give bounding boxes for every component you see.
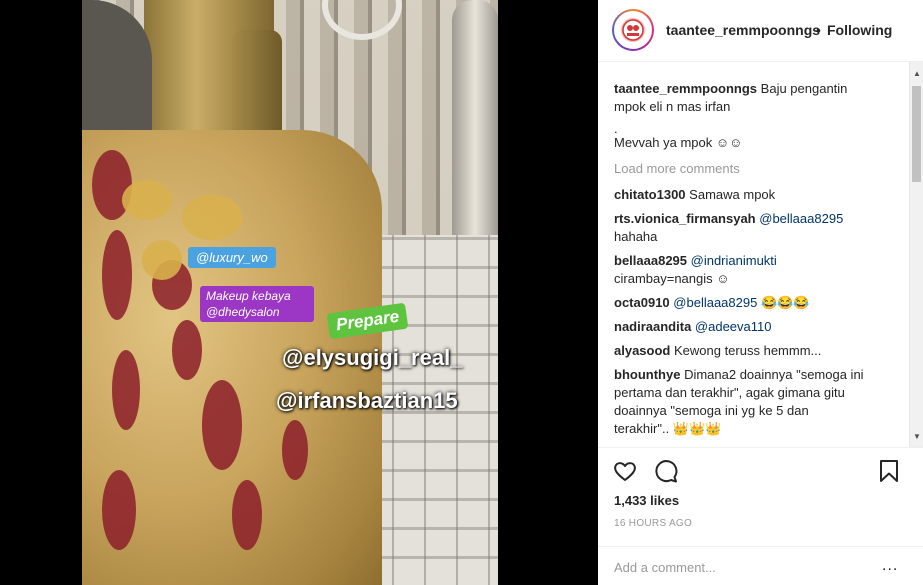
dress-lace	[102, 230, 132, 320]
dress-lace	[112, 350, 140, 430]
add-comment-bar: ...	[598, 546, 923, 585]
comment-username[interactable]: bellaaa8295	[614, 253, 687, 268]
dress-lace	[172, 320, 202, 380]
sticker-irfan-mention: @irfansbaztian15	[276, 388, 458, 413]
comment-text-line2: pertama dan terakhir", agak gimana gitu	[614, 385, 845, 400]
caption-line1: Baju pengantin	[760, 81, 848, 96]
scroll-up-arrow-icon[interactable]: ▲	[910, 66, 923, 80]
post-side-panel: taantee_remmpoonngs • Following taantee_…	[598, 0, 923, 585]
scrollbar-thumb[interactable]	[912, 86, 921, 182]
header-username[interactable]: taantee_remmpoonngs	[666, 22, 820, 38]
dress-gold-lace	[182, 195, 242, 240]
comment-text-line3: doainnya "semoga ini yg ke 5 dan	[614, 403, 809, 418]
caption-line4: Mevvah ya mpok ☺☺	[614, 135, 743, 150]
dress-gold-lace	[142, 240, 182, 280]
post-header: taantee_remmpoonngs • Following	[598, 0, 923, 62]
comment-text: hahaha	[614, 229, 658, 244]
comment-item: octa0910 @bellaaa8295 😂😂😂	[614, 294, 894, 312]
comment-text: Samawa mpok	[689, 187, 776, 202]
comment-username[interactable]: chitato1300	[614, 187, 686, 202]
avatar-logo-icon	[622, 19, 644, 41]
dress-lace	[232, 480, 262, 550]
comment-mention[interactable]: @bellaaa8295	[759, 211, 843, 226]
sticker-ely-mention: @elysugigi_real_	[282, 345, 463, 370]
comment-username[interactable]: bhounthye	[614, 367, 680, 382]
comment-text: Kewong teruss hemmm...	[673, 343, 822, 358]
scroll-down-arrow-icon[interactable]: ▼	[910, 429, 923, 443]
comment-text-line1: Dimana2 doainnya "semoga ini	[684, 367, 864, 382]
caption: taantee_remmpoonngs Baju pengantin	[614, 80, 894, 98]
add-comment-input[interactable]	[614, 557, 854, 577]
post-photo[interactable]: @luxury_wo Makeup kebaya @dhedysalon Pre…	[82, 0, 498, 585]
sticker-luxury-tag: @luxury_wo	[188, 247, 276, 268]
comment-username[interactable]: octa0910	[614, 295, 670, 310]
dress-lace	[202, 380, 242, 470]
sticker-makeup-tag: Makeup kebaya @dhedysalon	[200, 286, 314, 322]
comment-username[interactable]: rts.vionica_firmansyah	[614, 211, 756, 226]
caption-line2: mpok eli n mas irfan	[614, 99, 731, 114]
comment-username[interactable]: alyasood	[614, 343, 670, 358]
comments-scrollbar[interactable]: ▲ ▼	[909, 62, 923, 447]
avatar[interactable]	[612, 9, 654, 51]
comment-mention[interactable]: @indrianimukti	[691, 253, 777, 268]
bookmark-icon[interactable]	[876, 458, 902, 484]
comment-text: 😂😂😂	[760, 295, 810, 310]
comment-item: chitato1300 Samawa mpok	[614, 186, 894, 204]
load-more-comments-button[interactable]: Load more comments	[614, 160, 894, 178]
comment-mention[interactable]: @adeeva110	[695, 319, 772, 334]
dress-lace	[282, 420, 308, 480]
post-timestamp[interactable]: 16 HOURS AGO	[614, 518, 692, 529]
comment-item: alyasood Kewong teruss hemmm...	[614, 342, 894, 360]
heart-icon[interactable]	[612, 458, 638, 484]
caption-username[interactable]: taantee_remmpoonngs	[614, 81, 757, 96]
sticker-makeup-line2: @dhedysalon	[206, 305, 280, 319]
more-options-icon[interactable]: ...	[882, 557, 898, 575]
comment-item: bellaaa8295 @indrianimukti	[614, 252, 894, 270]
avatar-frame	[614, 11, 652, 49]
comment-username[interactable]: nadiraandita	[614, 319, 691, 334]
comment-icon-graphic	[655, 460, 678, 483]
header-separator: •	[816, 22, 821, 38]
comment-item: rts.vionica_firmansyah @bellaaa8295	[614, 210, 894, 228]
likes-count[interactable]: 1,433 likes	[614, 493, 679, 508]
sticker-makeup-line1: Makeup kebaya	[206, 289, 291, 303]
comment-text: cirambay=nangis ☺	[614, 271, 730, 286]
comment-item: nadiraandita @adeeva110	[614, 318, 894, 336]
comment-icon[interactable]	[653, 458, 679, 484]
comment-text-line4: terakhir".. 👑👑👑	[614, 421, 722, 436]
comment-item: bhounthye Dimana2 doainnya "semoga ini	[614, 366, 894, 384]
profile-avatar-icon	[618, 15, 648, 45]
post-actions: 1,433 likes 16 HOURS AGO ...	[598, 447, 923, 585]
heart-icon-graphic	[614, 462, 636, 481]
bookmark-icon-graphic	[880, 460, 898, 482]
comment-mention[interactable]: @bellaaa8295	[673, 295, 757, 310]
comments-list[interactable]: taantee_remmpoonngs Baju pengantin mpok …	[598, 62, 923, 447]
photo-lamp	[452, 0, 498, 260]
following-button[interactable]: Following	[827, 22, 892, 38]
dress-lace	[102, 470, 136, 550]
dress-gold-lace	[122, 180, 172, 220]
